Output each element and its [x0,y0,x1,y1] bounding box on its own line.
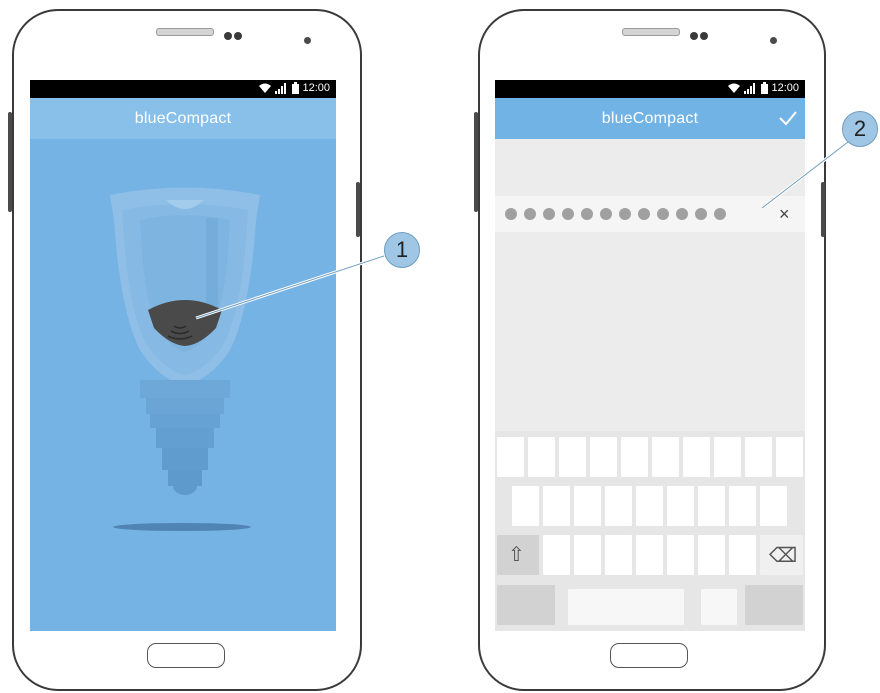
shift-icon: ⇧ [508,544,525,566]
keyboard-key[interactable] [574,486,601,526]
keyboard-key[interactable] [590,437,617,477]
keyboard-key[interactable] [683,437,710,477]
keyboard-key[interactable] [698,535,725,575]
backspace-icon: ⌫ [769,545,798,567]
space-key[interactable] [568,589,684,625]
keyboard-key[interactable] [667,486,694,526]
shift-key[interactable]: ⇧ [497,535,539,575]
keyboard-key[interactable] [760,486,787,526]
keyboard-key[interactable] [729,486,756,526]
keyboard-key[interactable] [714,437,741,477]
backspace-key[interactable]: ⌫ [760,535,803,575]
keyboard-key[interactable] [621,437,648,477]
keyboard-key[interactable] [497,437,524,477]
right-home-button[interactable] [610,643,688,668]
keyboard-key[interactable] [605,486,632,526]
keyboard-key[interactable] [636,535,663,575]
keyboard-key[interactable] [729,535,756,575]
keyboard-key[interactable] [776,437,803,477]
keyboard-key[interactable] [559,437,586,477]
keyboard-key[interactable] [543,535,570,575]
keyboard-key[interactable] [512,486,539,526]
keyboard-key[interactable] [745,437,772,477]
keyboard-key[interactable] [605,535,632,575]
keyboard-key[interactable] [636,486,663,526]
keyboard-key[interactable] [667,535,694,575]
callout-badge: 2 [842,111,878,147]
keyboard-key[interactable] [698,486,725,526]
enter-key[interactable] [745,585,803,625]
keyboard-key[interactable] [543,486,570,526]
function-key[interactable] [497,585,555,625]
period-key[interactable] [701,589,737,625]
keyboard-key[interactable] [574,535,601,575]
keyboard-key[interactable] [652,437,679,477]
keyboard-key[interactable] [528,437,555,477]
